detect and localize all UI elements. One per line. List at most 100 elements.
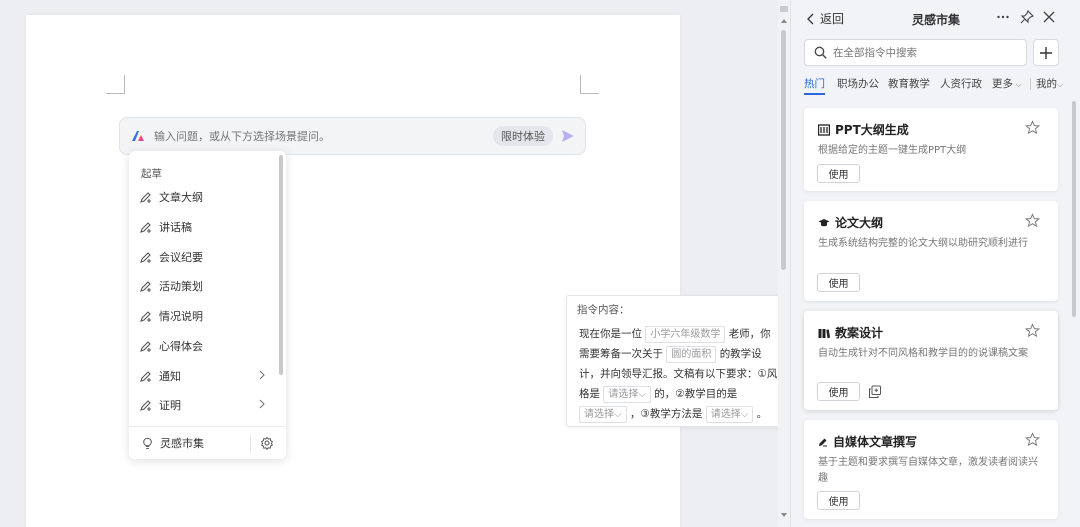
menu-item-label: 情况说明 [159, 310, 203, 323]
tab-more-label: 更多 [992, 78, 1013, 90]
inspiration-market-panel: 返回 灵感市集 热门 职场办公 教育教学 人资行政 更多 ⌵ 我的⌵ PPT大纲… [790, 0, 1080, 527]
scrollbar-thumb[interactable] [781, 30, 786, 270]
use-button[interactable]: 使用 [817, 382, 860, 401]
card-title-text: 论文大纲 [835, 216, 884, 230]
inspiration-market-link[interactable]: 灵感市集 [141, 435, 204, 451]
menu-item-article-outline[interactable]: 文章大纲 [139, 186, 273, 208]
ai-pen-icon [140, 252, 151, 263]
inspiration-market-label: 灵感市集 [160, 437, 204, 450]
menu-item-speech[interactable]: 讲话稿 [139, 216, 273, 238]
use-button[interactable]: 使用 [817, 273, 860, 292]
menu-item-label: 文章大纲 [159, 191, 203, 204]
instruction-body: 现在你是一位 小学六年级数学 老师，你需要筹备一次关于 圆的面积 的教学设计，并… [577, 324, 778, 424]
instruction-text: ，③教学方法是 [629, 408, 703, 420]
menu-item-certificate[interactable]: 证明 [139, 394, 273, 416]
use-button[interactable]: 使用 [817, 491, 860, 510]
ppt-outline-icon [818, 123, 830, 136]
tab-hot[interactable]: 热门 [804, 76, 825, 91]
menu-item-notice[interactable]: 通知 [139, 365, 273, 387]
tab-office[interactable]: 职场办公 [837, 76, 879, 91]
tab-education[interactable]: 教育教学 [888, 76, 930, 91]
close-icon[interactable] [1043, 11, 1055, 23]
pin-icon[interactable] [1020, 10, 1034, 24]
ai-pen-icon [140, 311, 151, 322]
ai-pen-icon [140, 400, 151, 411]
dropdown-footer: 灵感市集 [129, 426, 286, 459]
chevron-left-icon [807, 13, 814, 24]
star-icon[interactable] [1025, 213, 1040, 228]
topic-chip[interactable]: 圆的面积 [666, 346, 717, 363]
gear-icon[interactable] [260, 436, 274, 450]
scroll-up-arrow-icon[interactable] [780, 18, 788, 24]
menu-item-label: 心得体会 [159, 340, 203, 353]
card-title: 自媒体文章撰写 [818, 433, 917, 450]
star-icon[interactable] [1025, 323, 1040, 338]
dropdown-scrollbar[interactable] [279, 155, 283, 375]
ai-pen-icon [140, 192, 151, 203]
use-button[interactable]: 使用 [817, 164, 860, 183]
search-input[interactable] [833, 46, 1013, 59]
method-select[interactable]: 请选择⌵ [705, 406, 754, 423]
scroll-down-arrow-icon[interactable] [780, 512, 788, 518]
ai-pen-icon [140, 281, 151, 292]
instruction-preview: 指令内容： 现在你是一位 小学六年级数学 老师，你需要筹备一次关于 圆的面积 的… [566, 295, 789, 427]
ai-question-input[interactable] [154, 129, 493, 143]
copy-icon[interactable] [868, 385, 882, 399]
card-title-text: PPT大纲生成 [835, 123, 909, 137]
ai-pen-icon [140, 371, 151, 382]
card-description: 生成系统结构完整的论文大纲以助研究顺利进行 [818, 238, 1028, 249]
select-label: 请选择 [608, 389, 639, 400]
card-self-media-article[interactable]: 自媒体文章撰写 基于主题和要求撰写自媒体文章，激发读者阅读兴趣 使用 [804, 420, 1058, 519]
page-margin-corner-left [106, 75, 125, 94]
document-scrollbar[interactable] [778, 0, 790, 527]
panel-scrollbar[interactable] [1072, 101, 1076, 317]
menu-item-situation-report[interactable]: 情况说明 [139, 305, 273, 327]
more-icon[interactable] [996, 10, 1010, 24]
pen-edit-icon [819, 438, 827, 446]
instruction-title: 指令内容： [577, 304, 630, 316]
card-ppt-outline[interactable]: PPT大纲生成 根据给定的主题一键生成PPT大纲 使用 [804, 108, 1058, 191]
star-icon[interactable] [1025, 120, 1040, 135]
subject-chip[interactable]: 小学六年级数学 [645, 326, 726, 343]
add-button[interactable] [1033, 39, 1059, 66]
card-title: 论文大纲 [818, 214, 883, 231]
card-title-text: 自媒体文章撰写 [833, 435, 918, 449]
tab-hr-admin[interactable]: 人资行政 [940, 76, 982, 91]
trial-badge: 限时体验 [493, 126, 553, 146]
plus-icon [1040, 46, 1052, 59]
tab-mine-label: 我的 [1036, 78, 1057, 90]
menu-item-reflection[interactable]: 心得体会 [139, 335, 273, 357]
menu-item-label: 证明 [159, 399, 181, 412]
send-icon[interactable] [561, 129, 575, 143]
tab-mine[interactable]: 我的⌵ [1036, 76, 1063, 91]
card-lesson-plan[interactable]: 教案设计 自动生成针对不同风格和教学目的的说课稿文案 使用 [804, 311, 1058, 410]
menu-item-label: 会议纪要 [159, 251, 203, 264]
tab-more[interactable]: 更多 ⌵ [992, 76, 1022, 91]
document-page[interactable] [26, 15, 680, 527]
ai-input-bar[interactable]: 限时体验 [119, 117, 586, 155]
search-box[interactable] [804, 39, 1027, 66]
style-select[interactable]: 请选择⌵ [603, 386, 651, 403]
instruction-text: 现在你是一位 [579, 328, 642, 340]
category-tabs: 热门 职场办公 教育教学 人资行政 更多 ⌵ 我的⌵ [804, 76, 1074, 95]
page-margin-corner-right [580, 75, 599, 94]
books-icon [818, 328, 830, 338]
card-description: 基于主题和要求撰写自媒体文章，激发读者阅读兴趣 [818, 457, 1038, 484]
purpose-select[interactable]: 请选择⌵ [579, 406, 627, 423]
search-icon [814, 46, 827, 59]
menu-item-meeting-minutes[interactable]: 会议纪要 [139, 246, 273, 268]
ai-pen-icon [140, 222, 151, 233]
scroll-grip-icon [780, 6, 788, 12]
card-thesis-outline[interactable]: 论文大纲 生成系统结构完整的论文大纲以助研究顺利进行 使用 [804, 201, 1058, 301]
card-title: 教案设计 [818, 324, 883, 341]
chevron-right-icon [259, 370, 265, 380]
lightbulb-icon [143, 437, 152, 449]
back-button[interactable]: 返回 [807, 10, 844, 27]
ai-pen-icon [140, 341, 151, 352]
dropdown-section-heading: 起草 [141, 168, 162, 180]
star-icon[interactable] [1025, 432, 1040, 447]
ai-logo-icon [132, 131, 144, 141]
menu-item-label: 活动策划 [159, 280, 203, 293]
menu-item-event-planning[interactable]: 活动策划 [139, 275, 273, 297]
card-title: PPT大纲生成 [818, 121, 909, 138]
